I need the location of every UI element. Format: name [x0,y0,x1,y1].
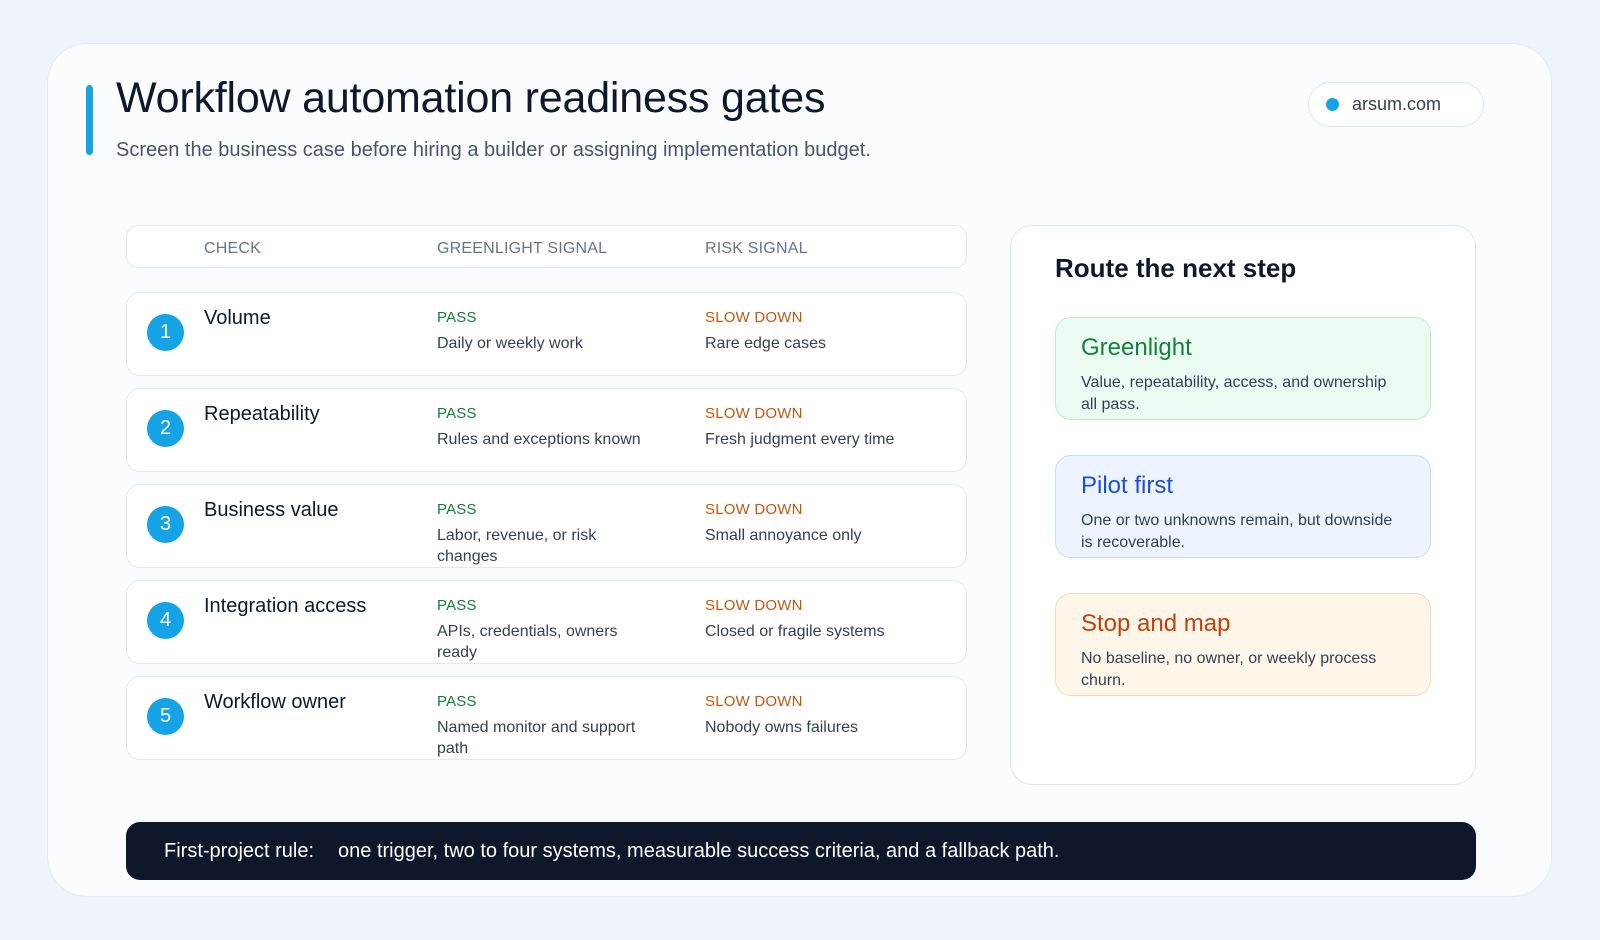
pass-label: PASS [437,597,477,614]
table-row: 3 Business value PASS Labor, revenue, or… [126,484,967,568]
pass-text: Named monitor and support path [437,719,636,757]
greenlight-signal: PASS Rules and exceptions known [437,405,642,450]
footer-text: one trigger, two to four systems, measur… [338,839,1060,862]
risk-signal: SLOW DOWN Rare edge cases [705,309,910,354]
risk-label: SLOW DOWN [705,501,803,518]
risk-text: Nobody owns failures [705,719,858,736]
check-name: Business value [204,499,339,521]
check-name: Workflow owner [204,691,346,713]
check-name: Integration access [204,595,367,617]
site-badge[interactable]: arsum.com [1308,82,1484,127]
pass-label: PASS [437,405,477,422]
risk-signal: SLOW DOWN Fresh judgment every time [705,405,910,450]
route-option-text: One or two unknowns remain, but downside… [1081,512,1393,551]
row-number-badge: 3 [147,506,184,543]
row-number-badge: 2 [147,410,184,447]
table-row: 5 Workflow owner PASS Named monitor and … [126,676,967,760]
greenlight-signal: PASS Labor, revenue, or risk changes [437,501,642,567]
greenlight-signal: PASS Daily or weekly work [437,309,642,354]
page-title: Workflow automation readiness gates [116,74,826,122]
row-number-badge: 4 [147,602,184,639]
pass-label: PASS [437,309,477,326]
row-number-badge: 1 [147,314,184,351]
risk-text: Small annoyance only [705,527,862,544]
pass-text: Labor, revenue, or risk changes [437,527,597,565]
route-panel: Route the next step Greenlight Value, re… [1010,225,1476,785]
route-option-title: Stop and map [1081,610,1231,637]
route-option-text: No baseline, no owner, or weekly process… [1081,650,1377,689]
column-header-greenlight: GREENLIGHT SIGNAL [437,240,608,257]
greenlight-signal: PASS APIs, credentials, owners ready [437,597,642,663]
route-option-title: Greenlight [1081,334,1192,361]
pass-label: PASS [437,693,477,710]
pass-text: Rules and exceptions known [437,431,641,448]
route-title: Route the next step [1055,253,1297,283]
risk-label: SLOW DOWN [705,597,803,614]
column-header-check: CHECK [204,240,262,257]
risk-label: SLOW DOWN [705,309,803,326]
table-row: 1 Volume PASS Daily or weekly work SLOW … [126,292,967,376]
table-header: CHECK GREENLIGHT SIGNAL RISK SIGNAL [126,225,967,268]
greenlight-signal: PASS Named monitor and support path [437,693,642,759]
check-name: Volume [204,307,271,329]
footer-label: First-project rule: [164,839,315,862]
risk-label: SLOW DOWN [705,693,803,710]
pass-label: PASS [437,501,477,518]
row-number-badge: 5 [147,698,184,735]
table-row: 4 Integration access PASS APIs, credenti… [126,580,967,664]
risk-text: Rare edge cases [705,335,826,352]
route-option-title: Pilot first [1081,472,1174,499]
route-option-stop-and-map: Stop and map No baseline, no owner, or w… [1055,593,1431,696]
risk-signal: SLOW DOWN Small annoyance only [705,501,910,546]
title-accent-bar [86,85,93,155]
column-header-risk: RISK SIGNAL [705,240,808,257]
page-subtitle: Screen the business case before hiring a… [116,139,871,161]
table-row: 2 Repeatability PASS Rules and exception… [126,388,967,472]
site-label: arsum.com [1352,94,1442,114]
risk-label: SLOW DOWN [705,405,803,422]
risk-signal: SLOW DOWN Closed or fragile systems [705,597,910,642]
route-option-text: Value, repeatability, access, and owners… [1081,374,1387,413]
risk-text: Closed or fragile systems [705,623,885,640]
pass-text: Daily or weekly work [437,335,583,352]
risk-text: Fresh judgment every time [705,431,895,448]
pass-text: APIs, credentials, owners ready [437,623,618,661]
risk-signal: SLOW DOWN Nobody owns failures [705,693,910,738]
check-name: Repeatability [204,403,320,425]
site-dot-icon [1326,98,1339,111]
footer-rule-bar: First-project rule: one trigger, two to … [126,822,1476,880]
route-option-pilot-first: Pilot first One or two unknowns remain, … [1055,455,1431,558]
route-option-greenlight: Greenlight Value, repeatability, access,… [1055,317,1431,420]
